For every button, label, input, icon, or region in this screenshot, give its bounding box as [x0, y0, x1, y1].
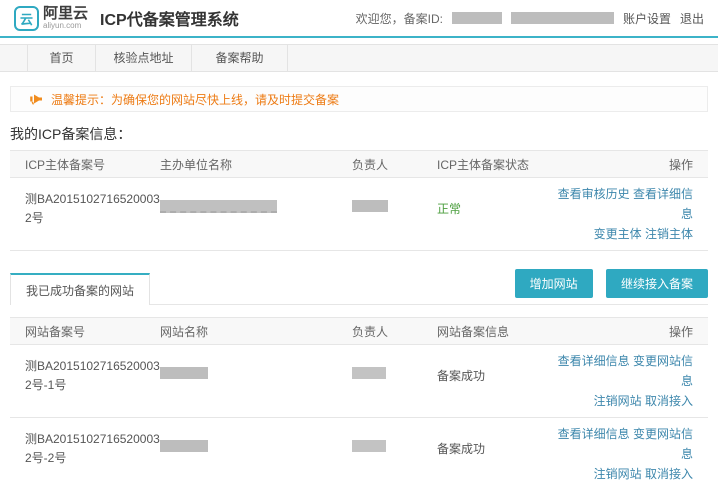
header-right: 欢迎您，备案ID: 账户设置 退出 — [347, 10, 704, 27]
site-table-header: 网站备案号 网站名称 负责人 网站备案信息 操作 — [10, 317, 708, 345]
continue-access-filing-button[interactable]: 继续接入备案 — [606, 269, 708, 298]
add-website-button[interactable]: 增加网站 — [515, 269, 593, 298]
site-status-cell: 备案成功 — [437, 424, 557, 484]
view-detail-info-link[interactable]: 查看详细信息 — [633, 187, 693, 221]
subject-status-cell: 正常 — [437, 184, 557, 244]
redacted-beian-id — [452, 12, 502, 24]
site-section-buttons: 增加网站 继续接入备案 — [505, 269, 708, 304]
person-cell — [352, 351, 437, 411]
person-cell — [352, 424, 437, 484]
site-section-tab-bar: 我已成功备案的网站 增加网站 继续接入备案 — [10, 269, 708, 305]
site-operations-cell: 查看详细信息 变更网站信息 注销网站 取消接入 — [557, 424, 708, 484]
change-site-info-link[interactable]: 变更网站信息 — [633, 354, 693, 388]
col-header-site-record-no: 网站备案号 — [10, 323, 160, 340]
col-header-operations: 操作 — [557, 323, 708, 340]
cancel-access-link[interactable]: 取消接入 — [645, 394, 693, 408]
link-group: 查看详细信息 变更网站信息 — [557, 424, 693, 464]
tab-successful-filed-sites[interactable]: 我已成功备案的网站 — [10, 273, 150, 305]
logout-link[interactable]: 退出 — [680, 10, 704, 27]
col-header-subject-status: ICP主体备案状态 — [437, 156, 557, 173]
change-site-info-link[interactable]: 变更网站信息 — [633, 427, 693, 461]
redacted-organizer-name — [160, 200, 277, 213]
site-record-no: 测BA20151027165200032号-1号 — [10, 351, 160, 411]
redacted-site-name — [160, 440, 208, 452]
brand-domain: aliyun.com — [43, 22, 88, 30]
person-cell — [352, 184, 437, 244]
status-badge: 备案成功 — [437, 440, 557, 457]
subject-table-header: ICP主体备案号 主办单位名称 负责人 ICP主体备案状态 操作 — [10, 150, 708, 178]
col-header-site-filing-info: 网站备案信息 — [437, 323, 557, 340]
megaphone-icon — [29, 93, 43, 105]
cancel-access-link[interactable]: 取消接入 — [645, 467, 693, 481]
view-audit-history-link[interactable]: 查看审核历史 — [558, 187, 630, 201]
link-group: 注销网站 取消接入 — [557, 391, 693, 411]
col-header-operations: 操作 — [557, 156, 708, 173]
view-detail-info-link[interactable]: 查看详细信息 — [558, 427, 630, 441]
redacted-person-name — [352, 200, 388, 212]
site-name-cell — [160, 424, 352, 484]
site-record-no: 测BA20151027165200032号-2号 — [10, 424, 160, 484]
header: 云 阿里云 aliyun.com ICP代备案管理系统 欢迎您，备案ID: 账户… — [0, 0, 718, 38]
redacted-person-name — [352, 367, 386, 379]
nav-item-filing-help[interactable]: 备案帮助 — [192, 45, 288, 71]
col-header-organizer-name: 主办单位名称 — [160, 156, 352, 173]
subject-record-no: 测BA20151027165200032号 — [10, 184, 160, 244]
col-header-person-in-charge: 负责人 — [352, 156, 437, 173]
link-group: 注销网站 取消接入 — [557, 464, 693, 484]
organizer-name-cell — [160, 184, 352, 244]
main-nav: 首页 核验点地址 备案帮助 — [0, 44, 718, 72]
page-title: ICP代备案管理系统 — [100, 6, 239, 30]
view-detail-info-link[interactable]: 查看详细信息 — [558, 354, 630, 368]
nav-item-verification-address[interactable]: 核验点地址 — [96, 45, 192, 71]
notice-bar: 温馨提示：为确保您的网站尽快上线，请及时提交备案 — [10, 86, 708, 112]
link-group: 变更主体 注销主体 — [557, 224, 693, 244]
brand-name: 阿里云 — [43, 6, 88, 21]
nav-item-home[interactable]: 首页 — [27, 45, 96, 71]
col-header-site-name: 网站名称 — [160, 323, 352, 340]
subject-operations-cell: 查看审核历史 查看详细信息 变更主体 注销主体 — [557, 184, 708, 244]
brand: 阿里云 aliyun.com — [43, 6, 88, 30]
site-table-row: 测BA20151027165200032号-2号 备案成功 查看详细信息 变更网… — [10, 418, 708, 488]
aliyun-cloud-icon: 云 — [14, 6, 39, 31]
status-badge: 正常 — [437, 200, 557, 217]
link-group: 查看详细信息 变更网站信息 — [557, 351, 693, 391]
cancel-site-link[interactable]: 注销网站 — [594, 394, 642, 408]
cancel-site-link[interactable]: 注销网站 — [594, 467, 642, 481]
site-table: 网站备案号 网站名称 负责人 网站备案信息 操作 测BA201510271652… — [10, 317, 708, 488]
cloud-glyph: 云 — [20, 9, 33, 28]
col-header-subject-record-no: ICP主体备案号 — [10, 156, 160, 173]
status-badge: 备案成功 — [437, 367, 557, 384]
cancel-subject-link[interactable]: 注销主体 — [645, 227, 693, 241]
account-settings-link[interactable]: 账户设置 — [623, 10, 671, 27]
site-status-cell: 备案成功 — [437, 351, 557, 411]
site-operations-cell: 查看详细信息 变更网站信息 注销网站 取消接入 — [557, 351, 708, 411]
redacted-account-name — [511, 12, 614, 24]
redacted-site-name — [160, 367, 208, 379]
col-header-person-in-charge: 负责人 — [352, 323, 437, 340]
site-table-row: 测BA20151027165200032号-1号 备案成功 查看详细信息 变更网… — [10, 345, 708, 418]
change-subject-link[interactable]: 变更主体 — [594, 227, 642, 241]
subject-section-title: 我的ICP备案信息： — [10, 124, 708, 144]
site-name-cell — [160, 351, 352, 411]
link-group: 查看审核历史 查看详细信息 — [557, 184, 693, 224]
notice-text: 温馨提示：为确保您的网站尽快上线，请及时提交备案 — [51, 91, 339, 108]
redacted-person-name — [352, 440, 386, 452]
subject-table: ICP主体备案号 主办单位名称 负责人 ICP主体备案状态 操作 测BA2015… — [10, 150, 708, 251]
aliyun-logo[interactable]: 云 阿里云 aliyun.com — [14, 6, 88, 31]
welcome-text: 欢迎您，备案ID: — [356, 10, 443, 27]
subject-table-row: 测BA20151027165200032号 正常 查看审核历史 查看详细信息 变… — [10, 178, 708, 251]
